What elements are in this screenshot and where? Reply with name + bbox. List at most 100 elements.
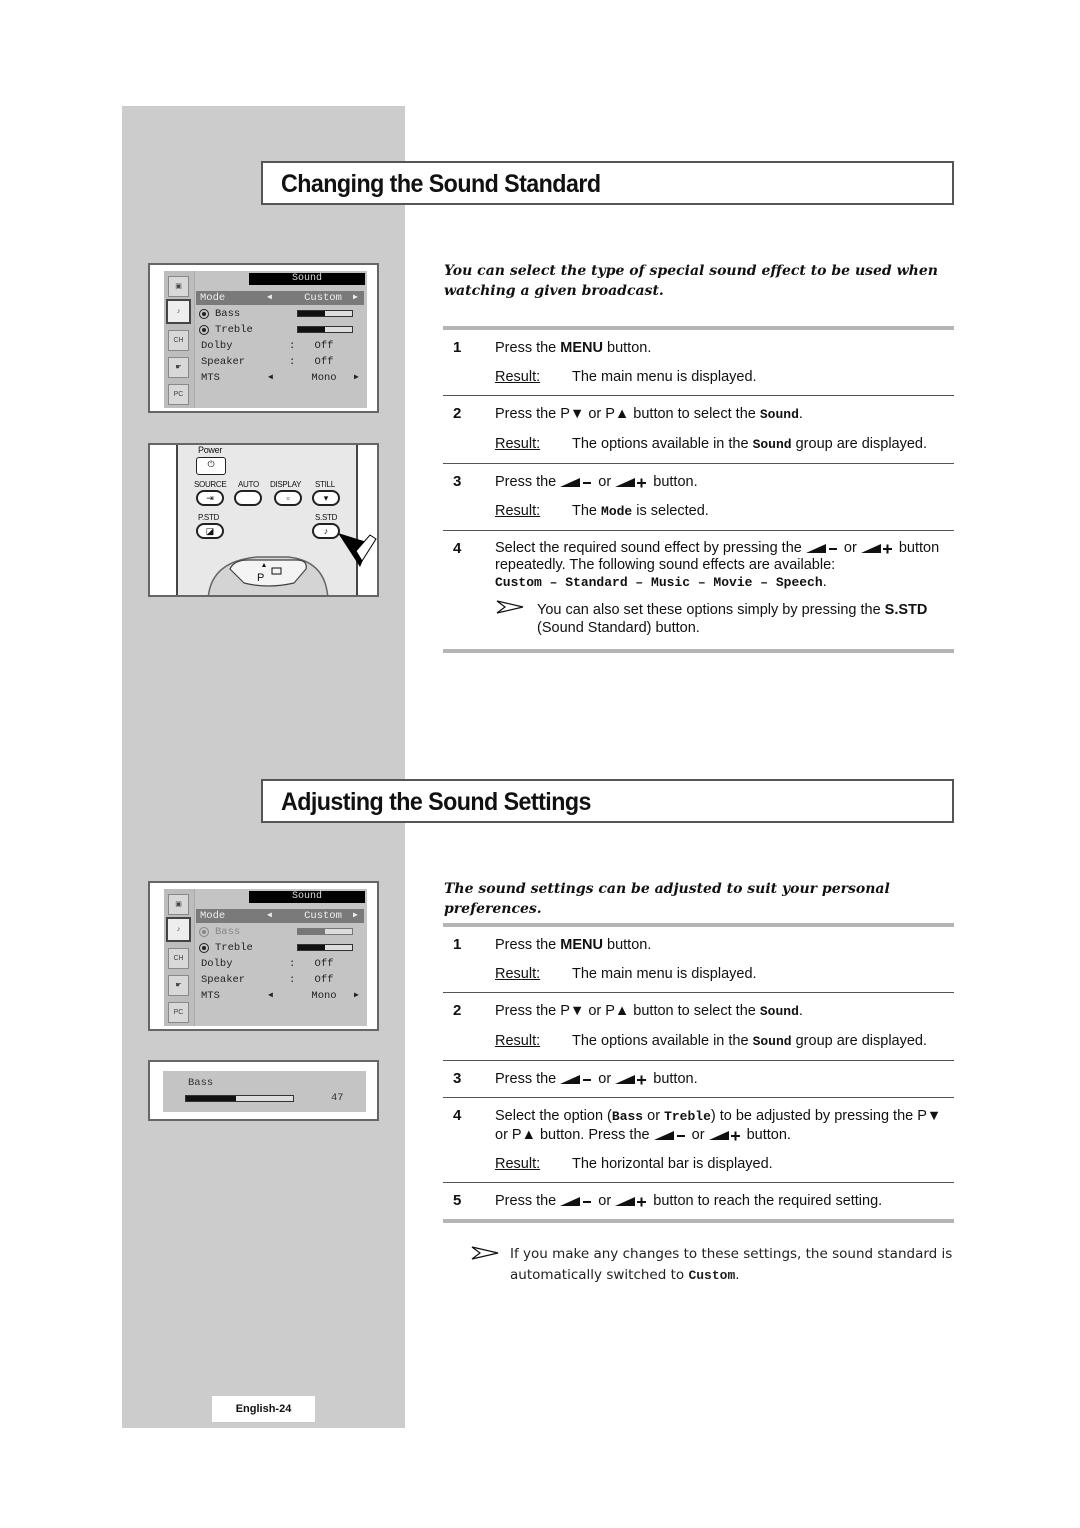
- result-label: Result:: [495, 1033, 541, 1049]
- osd-row-mts: MTS ◀ Mono ▶: [197, 371, 362, 385]
- osd-title: Sound: [249, 273, 365, 285]
- tv-picture-icon: ▣: [168, 894, 189, 915]
- note-arrow-icon: [496, 600, 524, 614]
- result-label: Result:: [495, 436, 541, 452]
- level-bar-fill: [298, 945, 325, 950]
- note-arrow-icon: [471, 1246, 499, 1260]
- osd-row-mode: Mode ◀ Custom ▶: [196, 291, 364, 305]
- step-item: 3 Press the or button.: [453, 1070, 698, 1087]
- sound-effects-list: Custom – Standard – Music – Movie – Spee…: [495, 575, 823, 590]
- volume-down-icon: [653, 1131, 685, 1141]
- bass-popup-screenshot: Bass 47: [148, 1060, 379, 1121]
- step-item: 3 Press the or button. Result: The Mode i…: [453, 473, 709, 519]
- osd-colon: :: [289, 340, 296, 352]
- setup-hand-icon: ☛: [168, 357, 189, 378]
- volume-up-icon: [615, 1075, 647, 1085]
- right-arrow-icon: ▶: [353, 293, 358, 302]
- sound-note-icon: ♪: [166, 299, 191, 324]
- step-number: 1: [453, 339, 462, 356]
- osd-label: MTS: [201, 372, 220, 384]
- osd-menu: ▣ ♪ CH ☛ PC Sound Mode ◀ Custom ▶ Bass T…: [164, 889, 367, 1026]
- step-item: 1 Press the MENU button. Result: The main…: [453, 936, 757, 982]
- step-item: 5 Press the or button to reach the requi…: [453, 1192, 883, 1209]
- osd-value: Mono: [311, 372, 337, 384]
- program-label: P: [257, 572, 265, 584]
- page-number: English-24: [212, 1396, 315, 1422]
- step-item: 2 Press the P▼ or P▲ button to select th…: [453, 405, 928, 452]
- osd-value: Off: [314, 340, 334, 352]
- step-number: 4: [453, 540, 462, 557]
- radio-play-icon: [199, 927, 209, 937]
- right-arrow-icon: ▶: [354, 991, 359, 1000]
- steps-list: 1 Press the MENU button. Result: The main…: [443, 923, 954, 1223]
- volume-down-icon: [560, 1197, 592, 1207]
- divider: [443, 649, 954, 653]
- osd-label: Mode: [200, 910, 226, 922]
- result-label: Result:: [495, 369, 541, 385]
- osd-row-speaker: Speaker : Off: [197, 355, 362, 369]
- bass-popup: Bass 47: [163, 1071, 366, 1112]
- bass-level-fill: [186, 1096, 237, 1101]
- osd-label: Dolby: [201, 958, 233, 970]
- step-number: 2: [453, 1002, 462, 1019]
- tip-note: You can also set these options simply by…: [495, 600, 954, 637]
- result-text: The main menu is displayed.: [572, 369, 757, 385]
- osd-menu: ▣ ♪ CH ☛ PC Sound Mode ◀ Custom ▶ Bass T…: [164, 271, 367, 408]
- osd-row-dolby: Dolby : Off: [197, 957, 362, 971]
- osd-label: Treble: [215, 942, 253, 954]
- level-bar-fill: [298, 311, 325, 316]
- pc-icon: PC: [168, 384, 189, 405]
- right-arrow-icon: ▶: [354, 373, 359, 382]
- osd-value: Off: [314, 958, 334, 970]
- channel-icon: CH: [168, 948, 189, 969]
- tv-picture-icon: ▣: [168, 276, 189, 297]
- steps-list: 1 Press the MENU button. Result: The main…: [443, 326, 954, 653]
- level-bar: [297, 928, 353, 935]
- volume-down-icon: [560, 478, 592, 488]
- osd-row-speaker: Speaker : Off: [197, 973, 362, 987]
- osd-label: Speaker: [201, 356, 246, 368]
- result-label: Result:: [495, 966, 541, 982]
- osd-row-mts: MTS ◀ Mono ▶: [197, 989, 362, 1003]
- pc-icon: PC: [168, 1002, 189, 1023]
- osd-label: Bass: [215, 926, 241, 938]
- step-number: 2: [453, 405, 462, 422]
- osd-row-mode: Mode ◀ Custom ▶: [196, 909, 364, 923]
- osd-row-bass: Bass: [197, 925, 362, 939]
- osd-icon-column: ▣ ♪ CH ☛ PC: [164, 889, 195, 1026]
- step-item: 2 Press the P▼ or P▲ button to select th…: [453, 1002, 928, 1049]
- divider: [443, 1219, 954, 1223]
- osd-label: Speaker: [201, 974, 246, 986]
- level-bar-fill: [298, 327, 325, 332]
- result-label: Result:: [495, 1156, 541, 1172]
- bass-label: Bass: [188, 1077, 214, 1089]
- osd-row-bass: Bass: [197, 307, 362, 321]
- osd-label: Dolby: [201, 340, 233, 352]
- step-number: 4: [453, 1107, 462, 1124]
- osd-value: Off: [314, 356, 334, 368]
- osd-label: MTS: [201, 990, 220, 1002]
- osd-title: Sound: [249, 891, 365, 903]
- osd-value: Custom: [304, 910, 342, 922]
- osd-value: Mono: [311, 990, 337, 1002]
- result-text: The main menu is displayed.: [572, 966, 757, 982]
- bass-level-bar: [185, 1095, 294, 1102]
- section-title: Adjusting the Sound Settings: [281, 788, 591, 816]
- left-arrow-icon: ◀: [268, 991, 273, 1000]
- final-note: If you make any changes to these setting…: [470, 1244, 990, 1286]
- left-arrow-icon: ◀: [267, 911, 272, 920]
- section-intro: The sound settings can be adjusted to su…: [444, 881, 890, 917]
- left-arrow-icon: ◀: [268, 373, 273, 382]
- result-text: The horizontal bar is displayed.: [572, 1156, 773, 1172]
- volume-up-icon: [615, 478, 647, 488]
- remote-control-illustration: Power ⏻ SOURCE ⇥ AUTO DISPLAY ▫ STILL ▾ …: [148, 443, 379, 597]
- section-title-box: Adjusting the Sound Settings: [261, 779, 954, 823]
- osd-label: Treble: [215, 324, 253, 336]
- step-number: 3: [453, 1070, 462, 1087]
- radio-selected-icon: [199, 325, 209, 335]
- volume-up-icon: [708, 1131, 740, 1141]
- setup-hand-icon: ☛: [168, 975, 189, 996]
- step-item: 4 Select the option (Bass or Treble) to …: [453, 1107, 942, 1172]
- section-title-box: Changing the Sound Standard: [261, 161, 954, 205]
- osd-icon-column: ▣ ♪ CH ☛ PC: [164, 271, 195, 408]
